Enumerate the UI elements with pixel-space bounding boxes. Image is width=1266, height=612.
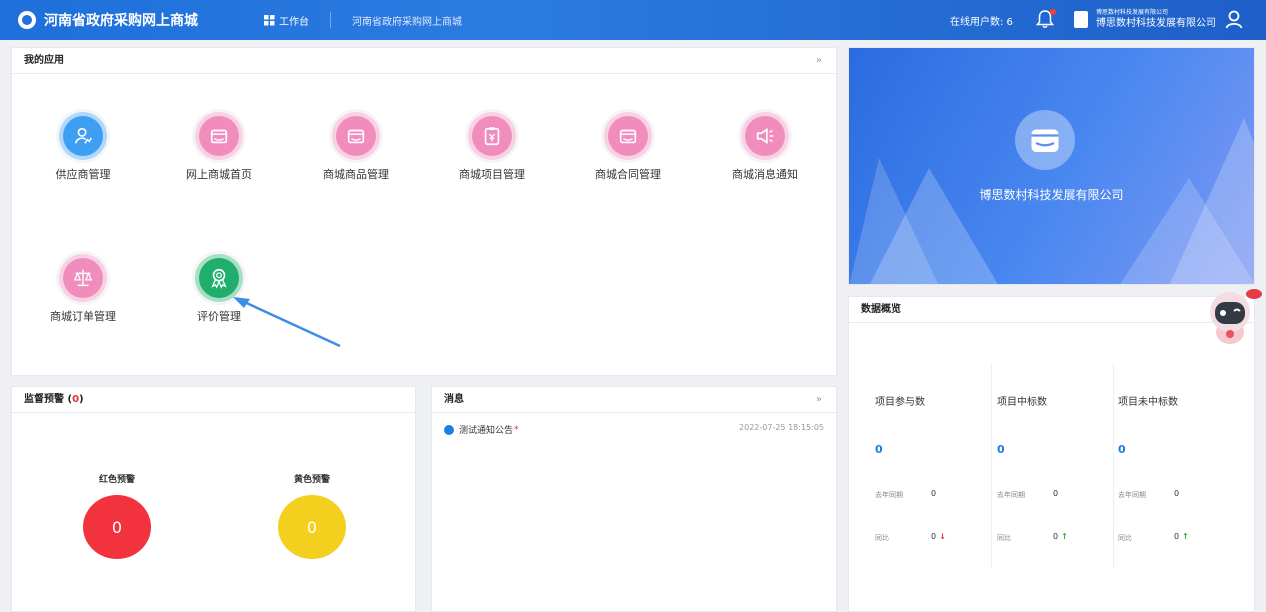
scale-icon [59, 254, 107, 302]
stat-title: 项目未中标数 [1118, 397, 1178, 408]
warning-title-close: ) [79, 394, 84, 405]
my-apps-header: 我的应用 » [12, 48, 836, 74]
stat-title: 项目参与数 [875, 397, 925, 408]
stat-last-year-label: 去年同期 [997, 491, 1025, 499]
stat-value: 0 [997, 443, 1005, 456]
workbench-link[interactable]: 工作台 [264, 13, 309, 28]
workbench-label: 工作台 [279, 17, 309, 28]
notification-dot [1050, 9, 1056, 15]
stat-project-lost: 项目未中标数 0 去年同期 0 同比 0 ↑ [1094, 363, 1214, 569]
store-icon [195, 112, 243, 160]
app-message-notice[interactable]: 商城消息通知 [710, 112, 820, 182]
app-label: 商城合同管理 [595, 168, 661, 181]
stat-yoy-value: 0 ↓ [931, 532, 946, 541]
site-title[interactable]: 河南省政府采购网上商城 [44, 10, 198, 30]
message-item[interactable]: 测试通知公告 * 2022-07-25 18:15:05 [444, 423, 824, 436]
stat-last-year-value: 0 [1174, 489, 1180, 498]
my-apps-more-button[interactable]: » [816, 48, 822, 74]
clipboard-yen-icon [468, 112, 516, 160]
stat-value: 0 [1118, 443, 1126, 456]
stat-yoy-label: 同比 [1118, 534, 1132, 542]
notification-bell-icon[interactable] [1035, 9, 1056, 29]
stat-yoy-label: 同比 [875, 534, 889, 542]
app-mall-home[interactable]: 网上商城首页 [164, 112, 274, 182]
app-goods-management[interactable]: 商城商品管理 [301, 112, 411, 182]
app-order-management[interactable]: 商城订单管理 [28, 254, 138, 324]
message-time: 2022-07-25 18:15:05 [739, 423, 824, 432]
stat-yoy-number: 0 [1053, 532, 1059, 541]
header-divider [330, 12, 331, 28]
my-apps-panel: 我的应用 » 供应商管理 网上商城首页 商城商品管理 商城项目管理 商城合同管理 [11, 47, 837, 376]
stat-last-year-value: 0 [931, 489, 937, 498]
app-label: 网上商城首页 [186, 168, 252, 181]
store-icon [604, 112, 652, 160]
messages-header: 消息 » [432, 387, 836, 413]
breadcrumb[interactable]: 河南省政府采购网上商城 [352, 13, 462, 28]
stat-value: 0 [875, 443, 883, 456]
app-label: 商城项目管理 [459, 168, 525, 181]
messages-title: 消息 [444, 394, 464, 405]
messages-panel: 消息 » 测试通知公告 * 2022-07-25 18:15:05 [431, 386, 837, 612]
stat-project-participation: 项目参与数 0 去年同期 0 同比 0 ↓ [851, 363, 971, 569]
banner-company-name: 博思数村科技发展有限公司 [979, 188, 1124, 202]
app-label: 评价管理 [197, 310, 241, 323]
stat-last-year-value: 0 [1053, 489, 1059, 498]
store-icon [332, 112, 380, 160]
store-icon [1015, 110, 1075, 170]
user-chart-icon [59, 112, 107, 160]
app-project-management[interactable]: 商城项目管理 [437, 112, 547, 182]
app-label: 商城订单管理 [50, 310, 116, 323]
my-apps-title: 我的应用 [24, 55, 64, 66]
stat-yoy-value: 0 ↑ [1174, 532, 1189, 541]
yellow-warning-label: 黄色预警 [293, 475, 330, 485]
award-icon [195, 254, 243, 302]
grid-icon [264, 15, 275, 26]
app-label: 商城消息通知 [732, 168, 798, 181]
arrow-up-icon: ↑ [1061, 532, 1068, 541]
app-contract-management[interactable]: 商城合同管理 [573, 112, 683, 182]
unread-marker: * [514, 424, 519, 435]
red-warning-badge: 0 [83, 495, 151, 559]
top-bar: 河南省政府采购网上商城 工作台 河南省政府采购网上商城 在线用户数: 6 博思数… [0, 0, 1266, 40]
megaphone-icon [741, 112, 789, 160]
org-name-small: 博思数村科技发展有限公司 [1096, 9, 1169, 16]
data-overview-panel: 数据概览 项目参与数 0 去年同期 0 同比 0 ↓ 项目中标数 0 去年同期 0… [848, 296, 1255, 612]
stat-yoy-label: 同比 [997, 534, 1011, 542]
yellow-warning[interactable]: 黄色预警 0 [267, 472, 357, 559]
company-banner: 博思数村科技发展有限公司 [848, 47, 1255, 285]
arrow-down-icon: ↓ [939, 532, 946, 541]
stat-last-year-label: 去年同期 [1118, 491, 1146, 499]
org-name[interactable]: 博思数村科技发展有限公司 [1096, 18, 1216, 30]
warning-title: 监督预警 ( [24, 394, 73, 405]
site-logo-icon [18, 11, 36, 29]
stat-last-year-label: 去年同期 [875, 491, 903, 499]
data-overview-header: 数据概览 [849, 297, 1254, 323]
app-supplier-management[interactable]: 供应商管理 [28, 112, 138, 182]
online-users-count: 在线用户数: 6 [950, 17, 1013, 28]
stat-project-won: 项目中标数 0 去年同期 0 同比 0 ↑ [973, 363, 1093, 569]
assistant-robot-icon[interactable] [1202, 284, 1262, 346]
arrow-up-icon: ↑ [1182, 532, 1189, 541]
warning-count: 0 [72, 394, 80, 405]
messages-more-button[interactable]: » [816, 387, 822, 413]
user-profile-icon[interactable] [1224, 9, 1244, 29]
red-warning-label: 红色预警 [98, 475, 135, 485]
supervision-warning-panel: 监督预警 (0) 红色预警 0 黄色预警 0 [11, 386, 416, 612]
document-icon[interactable] [1074, 11, 1088, 28]
stat-yoy-number: 0 [931, 532, 937, 541]
stat-title: 项目中标数 [997, 397, 1047, 408]
speaker-icon [444, 424, 454, 435]
app-evaluation-management[interactable]: 评价管理 [164, 254, 274, 324]
stat-yoy-number: 0 [1174, 532, 1180, 541]
app-label: 供应商管理 [55, 168, 111, 181]
yellow-warning-badge: 0 [278, 495, 346, 559]
warning-header: 监督预警 (0) [12, 387, 415, 413]
app-label: 商城商品管理 [323, 168, 389, 181]
data-overview-title: 数据概览 [861, 304, 901, 315]
stat-yoy-value: 0 ↑ [1053, 532, 1068, 541]
red-warning[interactable]: 红色预警 0 [72, 472, 162, 559]
message-text: 测试通知公告 [459, 426, 514, 436]
